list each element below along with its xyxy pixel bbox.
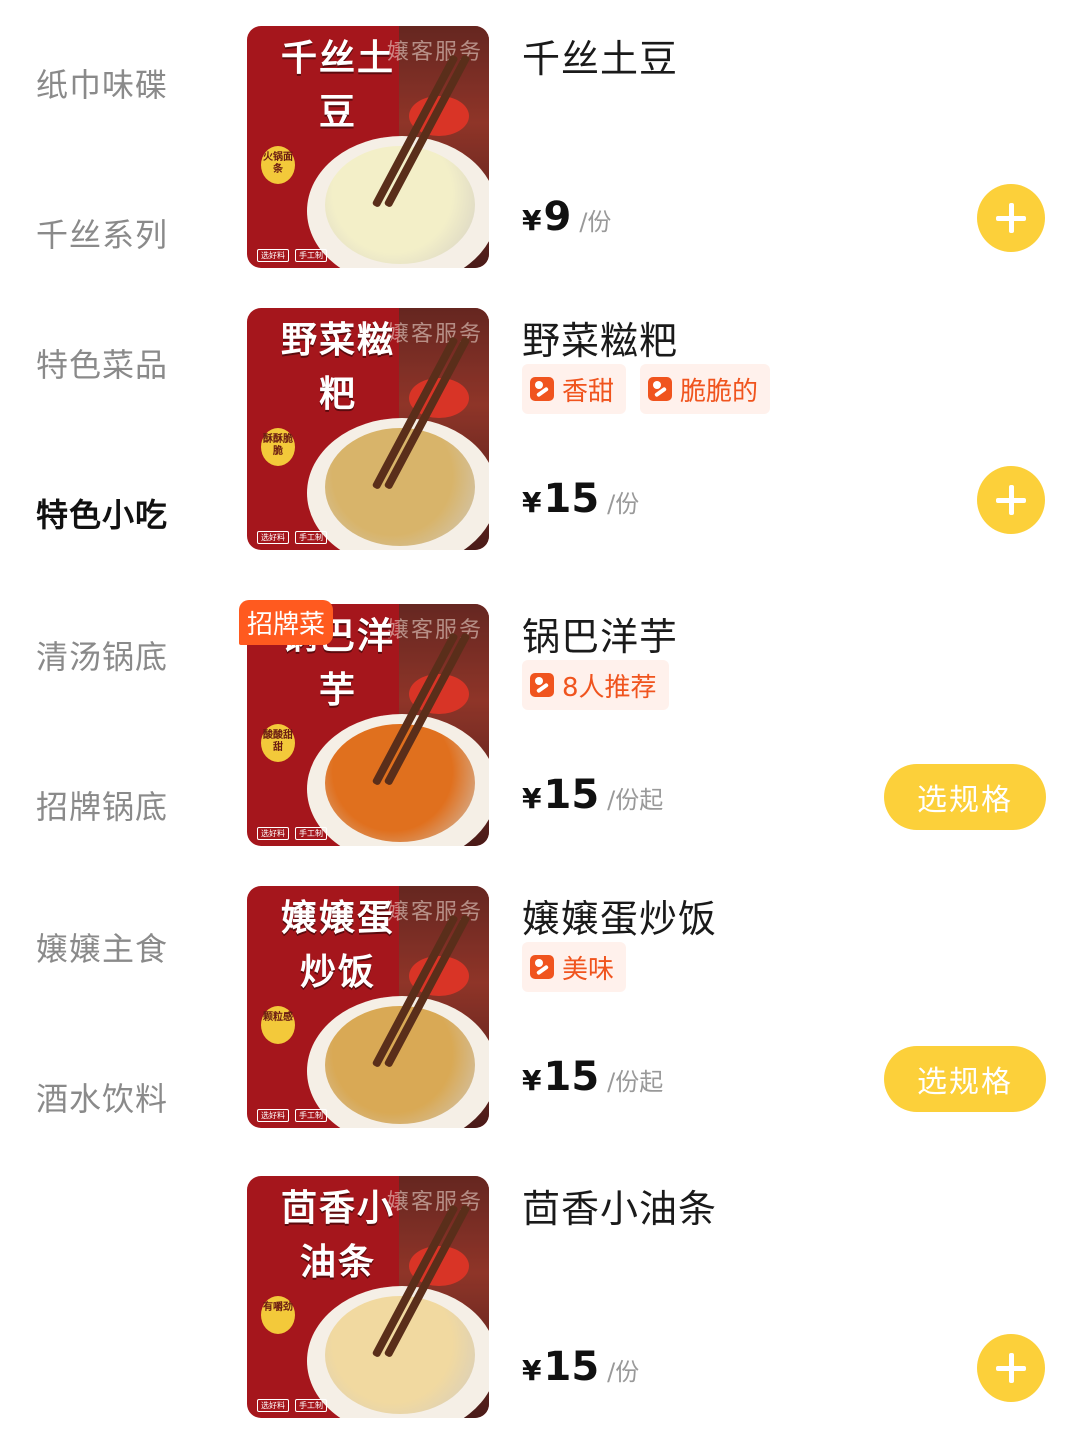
product-tag: 8人推荐: [522, 660, 669, 710]
product-tag-label: 美味: [562, 954, 615, 985]
image-small-tag: 手工制: [295, 1399, 327, 1412]
image-dish-title: 千丝土豆: [280, 38, 395, 133]
image-small-tags: 选好料 手工制: [257, 531, 327, 544]
signature-badge: 招牌菜: [239, 600, 334, 645]
product-name[interactable]: 千丝土豆: [522, 28, 678, 83]
product-image[interactable]: 嬢客服务 茴香小油条 有嚼劲 选好料 手工制: [247, 1176, 489, 1418]
image-small-tags: 选好料 手工制: [257, 827, 327, 840]
recommend-icon: [530, 955, 554, 979]
product-price: ¥15/份起: [522, 1054, 663, 1100]
choose-spec-button[interactable]: 选规格: [884, 764, 1046, 830]
category-sidebar: 纸巾味碟千丝系列特色菜品特色小吃清汤锅底招牌锅底嬢嬢主食酒水饮料: [0, 0, 215, 1440]
product-tag-label: 8人推荐: [562, 672, 657, 703]
category-item[interactable]: 特色小吃: [36, 490, 168, 536]
image-small-tag: 手工制: [295, 1109, 327, 1122]
product-price: ¥9/份: [522, 194, 611, 240]
product-tags: 香甜 脆脆的: [522, 364, 771, 414]
category-item[interactable]: 千丝系列: [36, 210, 168, 256]
image-seal: 颗粒感: [261, 1006, 295, 1044]
product-name[interactable]: 锅巴洋芋: [522, 606, 678, 661]
product-row[interactable]: 嬢客服务 锅巴洋芋 酸酸甜甜 选好料 手工制 招牌菜 锅巴洋芋 8人推荐 ¥15/份起 选规格: [215, 600, 1080, 886]
product-name[interactable]: 茴香小油条: [522, 1178, 717, 1233]
product-tag: 脆脆的: [640, 364, 771, 414]
image-small-tag: 手工制: [295, 827, 327, 840]
image-small-tag: 选好料: [257, 249, 289, 262]
image-dish-title: 野菜糍粑: [280, 320, 395, 415]
price-value: 15: [543, 1344, 600, 1390]
recommend-icon: [530, 377, 554, 401]
product-row[interactable]: 嬢客服务 茴香小油条 有嚼劲 选好料 手工制 茴香小油条 ¥15/份: [215, 1176, 1080, 1440]
price-unit: /份起: [607, 1068, 664, 1096]
category-item[interactable]: 酒水饮料: [36, 1074, 168, 1120]
image-small-tags: 选好料 手工制: [257, 249, 327, 262]
recommend-icon: [648, 377, 673, 401]
price-unit: /份起: [607, 786, 664, 814]
price-value: 15: [543, 772, 600, 818]
image-seal: 火锅面条: [261, 146, 295, 184]
category-item[interactable]: 特色菜品: [36, 340, 168, 386]
currency-symbol: ¥: [522, 1064, 542, 1097]
product-price: ¥15/份: [522, 1344, 639, 1390]
product-tag-label: 脆脆的: [680, 376, 759, 407]
product-tag: 美味: [522, 942, 627, 992]
price-unit: /份: [579, 208, 612, 236]
product-name[interactable]: 嬢嬢蛋炒饭: [522, 888, 717, 943]
product-name[interactable]: 野菜糍粑: [522, 310, 678, 365]
image-seal: 酸酸甜甜: [261, 724, 295, 762]
product-row[interactable]: 嬢客服务 野菜糍粑 酥酥脆脆 选好料 手工制 野菜糍粑 香甜 脆脆的 ¥15/份: [215, 308, 1080, 590]
currency-symbol: ¥: [522, 486, 542, 519]
image-small-tags: 选好料 手工制: [257, 1109, 327, 1122]
image-small-tag: 手工制: [295, 531, 327, 544]
price-unit: /份: [607, 490, 640, 518]
category-item[interactable]: 嬢嬢主食: [36, 924, 168, 970]
price-unit: /份: [607, 1358, 640, 1386]
product-tag: 香甜: [522, 364, 627, 414]
add-to-cart-button[interactable]: [977, 1334, 1045, 1402]
price-value: 9: [543, 194, 572, 240]
product-tags: 美味: [522, 942, 627, 992]
product-row[interactable]: 嬢客服务 嬢嬢蛋炒饭 颗粒感 选好料 手工制 嬢嬢蛋炒饭 美味 ¥15/份起 选规格: [215, 886, 1080, 1168]
currency-symbol: ¥: [522, 1354, 542, 1387]
add-to-cart-button[interactable]: [977, 184, 1045, 252]
product-tag-label: 香甜: [562, 376, 615, 407]
recommend-icon: [530, 673, 554, 697]
product-tags: 8人推荐: [522, 660, 669, 710]
image-seal: 有嚼劲: [261, 1296, 295, 1334]
image-small-tag: 选好料: [257, 1109, 289, 1122]
price-value: 15: [543, 1054, 600, 1100]
product-image[interactable]: 嬢客服务 千丝土豆 火锅面条 选好料 手工制: [247, 26, 489, 268]
image-dish-title: 茴香小油条: [280, 1188, 395, 1283]
product-row[interactable]: 嬢客服务 千丝土豆 火锅面条 选好料 手工制 千丝土豆 ¥9/份: [215, 26, 1080, 308]
category-item[interactable]: 招牌锅底: [36, 782, 168, 828]
product-image[interactable]: 嬢客服务 野菜糍粑 酥酥脆脆 选好料 手工制: [247, 308, 489, 550]
image-small-tag: 选好料: [257, 827, 289, 840]
add-to-cart-button[interactable]: [977, 466, 1045, 534]
image-small-tag: 手工制: [295, 249, 327, 262]
image-small-tag: 选好料: [257, 1399, 289, 1412]
image-seal: 酥酥脆脆: [261, 428, 295, 466]
currency-symbol: ¥: [522, 782, 542, 815]
product-image[interactable]: 嬢客服务 嬢嬢蛋炒饭 颗粒感 选好料 手工制: [247, 886, 489, 1128]
image-small-tags: 选好料 手工制: [257, 1399, 327, 1412]
category-item[interactable]: 纸巾味碟: [36, 60, 168, 106]
currency-symbol: ¥: [522, 204, 542, 237]
product-price: ¥15/份起: [522, 772, 663, 818]
price-value: 15: [543, 476, 600, 522]
image-small-tag: 选好料: [257, 531, 289, 544]
image-dish-title: 嬢嬢蛋炒饭: [280, 898, 395, 993]
product-price: ¥15/份: [522, 476, 639, 522]
category-item[interactable]: 清汤锅底: [36, 632, 168, 678]
choose-spec-button[interactable]: 选规格: [884, 1046, 1046, 1112]
